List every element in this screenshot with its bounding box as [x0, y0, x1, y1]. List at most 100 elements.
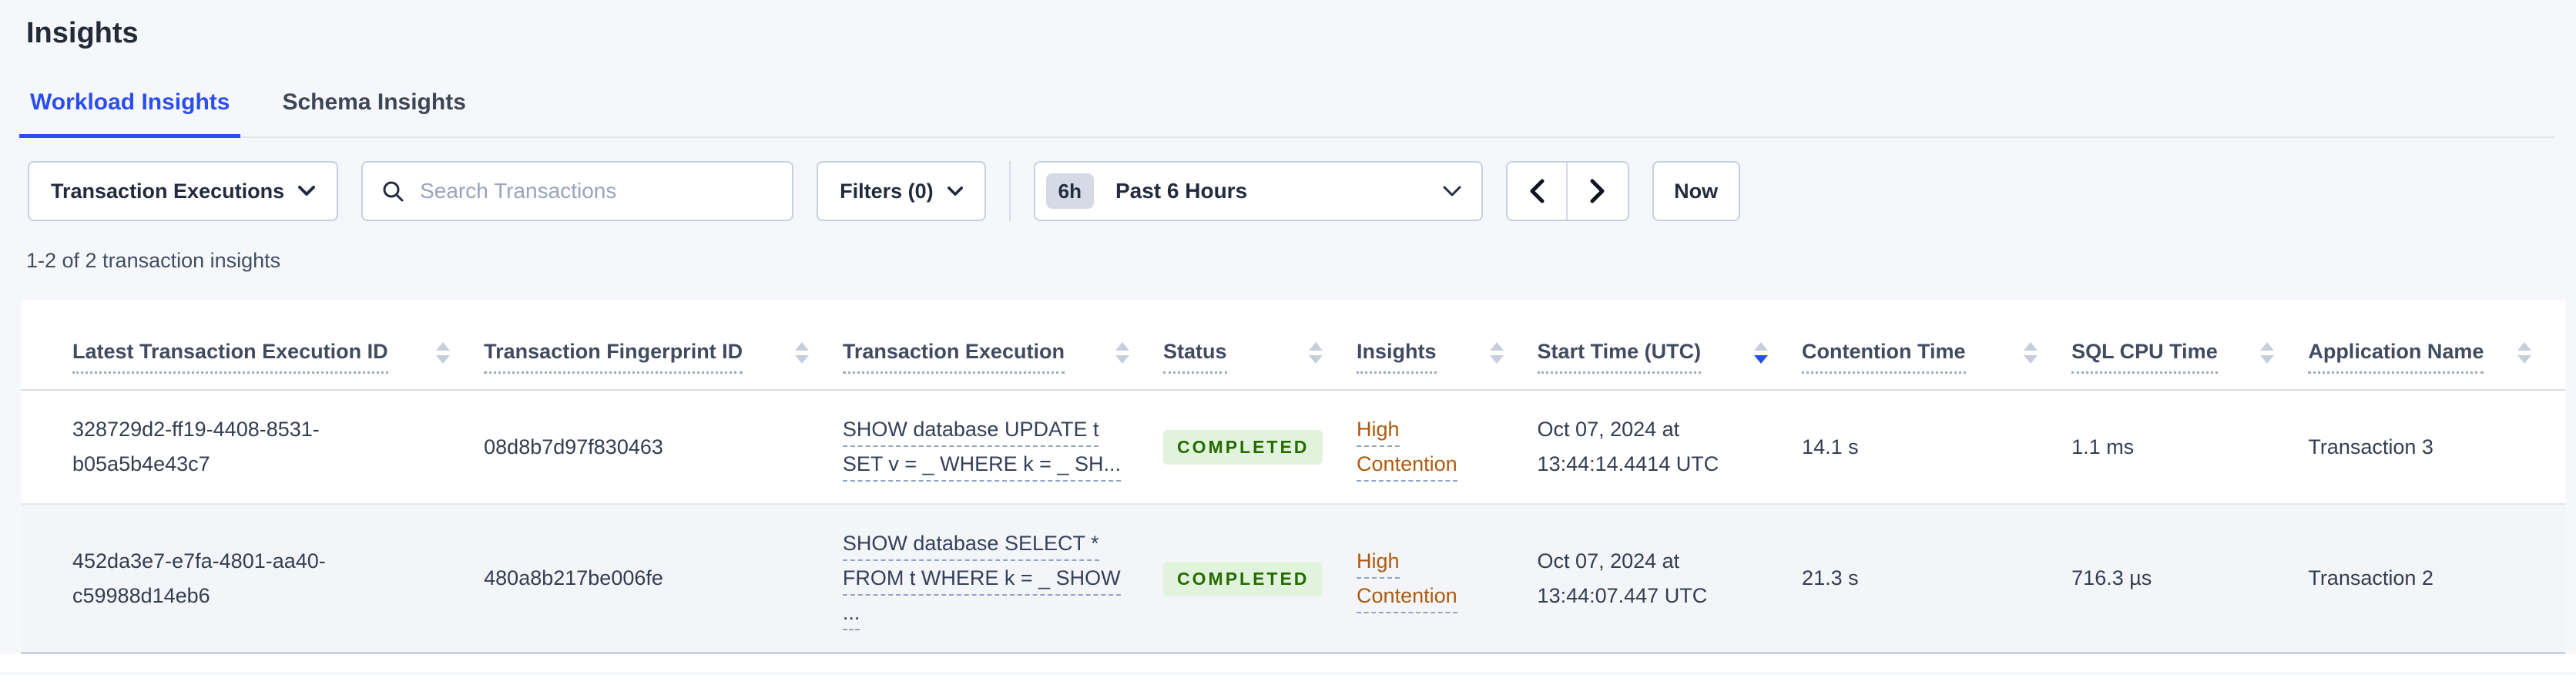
column-header-label[interactable]: Start Time (UTC)	[1537, 339, 1702, 374]
toolbar-divider	[1008, 161, 1011, 221]
chevron-down-icon	[298, 186, 316, 196]
insights-table-card: Latest Transaction Execution ID Transact…	[21, 301, 2565, 655]
cell-latest-transaction-execution-id: 328729d2-ff19-4408-8531- b05a5b4e43c7	[72, 418, 320, 476]
tab-workload-insights-label: Workload Insights	[30, 89, 230, 115]
chevron-left-icon	[1530, 179, 1545, 203]
column-header-latest-transaction-execution-id[interactable]: Latest Transaction Execution ID	[21, 301, 484, 390]
column-header-label[interactable]: Status	[1163, 339, 1227, 374]
chevron-down-icon	[1443, 186, 1461, 196]
column-header-insights[interactable]: Insights	[1357, 301, 1538, 390]
tabs-bar: Workload Insights Schema Insights	[19, 89, 2554, 138]
footer-strip	[0, 654, 2576, 673]
sort-asc-icon[interactable]	[794, 342, 809, 351]
time-range-label: Past 6 Hours	[1115, 179, 1248, 203]
chevron-right-icon	[1590, 179, 1605, 203]
insight-link[interactable]: High Contention	[1357, 418, 1457, 482]
sort-desc-icon[interactable]	[1489, 355, 1504, 364]
sort-desc-icon[interactable]	[1309, 355, 1323, 364]
column-header-label[interactable]: Latest Transaction Execution ID	[72, 339, 388, 374]
page-title: Insights	[26, 17, 139, 49]
cell-contention-time: 21.3 s	[1802, 566, 1859, 590]
tab-workload-insights[interactable]: Workload Insights	[19, 89, 241, 138]
sort-asc-icon[interactable]	[2024, 342, 2038, 351]
insights-page: Insights Workload Insights Schema Insigh…	[0, 15, 2576, 673]
time-range-badge: 6h	[1045, 173, 1094, 209]
sort-desc-icon[interactable]	[2517, 355, 2531, 364]
chevron-down-icon	[947, 186, 963, 196]
sort-desc-icon[interactable]	[1115, 355, 1130, 364]
results-summary: 1-2 of 2 transaction insights	[26, 249, 281, 272]
sort-arrows-icon[interactable]	[1309, 342, 1323, 364]
column-header-label[interactable]: Application Name	[2308, 339, 2484, 374]
cell-application-name: Transaction 2	[2308, 566, 2433, 590]
sort-desc-icon[interactable]	[2024, 355, 2038, 364]
sort-arrows-icon[interactable]	[2024, 342, 2038, 364]
transaction-execution-link[interactable]: SHOW database UPDATE t SET v = _ WHERE k…	[842, 418, 1121, 482]
cell-status: COMPLETED	[1163, 390, 1357, 504]
cell-transaction-fingerprint-id: 480a8b217be006fe	[484, 566, 663, 590]
tab-schema-insights-label: Schema Insights	[282, 89, 466, 115]
cell-transaction-fingerprint-id: 08d8b7d97f830463	[484, 435, 663, 458]
sort-asc-icon[interactable]	[1489, 342, 1504, 351]
cell-sql-cpu-time: 716.3 µs	[2071, 566, 2152, 590]
cell-insights: High Contention	[1357, 504, 1538, 652]
cell-start-time: Oct 07, 2024 at 13:44:07.447 UTC	[1537, 549, 1708, 607]
filters-button-label: Filters (0)	[840, 179, 934, 203]
insights-table: Latest Transaction Execution ID Transact…	[21, 301, 2565, 653]
sort-asc-icon[interactable]	[2517, 342, 2531, 351]
column-header-sql-cpu-time[interactable]: SQL CPU Time	[2071, 301, 2308, 390]
filters-button[interactable]: Filters (0)	[817, 161, 986, 221]
time-range-stepper	[1505, 161, 1629, 221]
time-next-button[interactable]	[1567, 163, 1628, 220]
sort-arrows-icon[interactable]	[1489, 342, 1504, 364]
column-header-contention-time[interactable]: Contention Time	[1802, 301, 2071, 390]
column-header-application-name[interactable]: Application Name	[2308, 301, 2565, 390]
status-badge: COMPLETED	[1163, 430, 1323, 465]
search-box	[361, 161, 794, 221]
sort-asc-icon[interactable]	[2260, 342, 2275, 351]
cell-latest-transaction-execution-id: 452da3e7-e7fa-4801-aa40- c59988d14eb6	[72, 549, 326, 607]
workload-type-dropdown[interactable]: Transaction Executions	[28, 161, 339, 221]
cell-application-name: Transaction 3	[2308, 435, 2433, 458]
cell-transaction-execution: SHOW database SELECT * FROM t WHERE k = …	[842, 504, 1163, 652]
sort-desc-icon[interactable]	[2260, 355, 2275, 364]
sort-asc-icon[interactable]	[1754, 342, 1769, 351]
sort-arrows-icon[interactable]	[794, 342, 809, 364]
cell-sql-cpu-time: 1.1 ms	[2071, 435, 2135, 458]
time-range-picker[interactable]: 6h Past 6 Hours	[1033, 161, 1483, 221]
column-header-status[interactable]: Status	[1163, 301, 1357, 390]
table-row[interactable]: 328729d2-ff19-4408-8531- b05a5b4e43c7 08…	[21, 390, 2565, 505]
column-header-label[interactable]: SQL CPU Time	[2071, 339, 2218, 374]
toolbar: Transaction Executions Filters (0) 6h Pa…	[28, 161, 2554, 221]
sort-arrows-icon[interactable]	[1115, 342, 1130, 364]
transaction-execution-link[interactable]: SHOW database SELECT * FROM t WHERE k = …	[842, 532, 1121, 631]
sort-arrows-icon[interactable]	[2517, 342, 2531, 364]
column-header-transaction-fingerprint-id[interactable]: Transaction Fingerprint ID	[484, 301, 843, 390]
table-header-row: Latest Transaction Execution ID Transact…	[21, 301, 2565, 391]
workload-type-dropdown-label: Transaction Executions	[51, 179, 285, 203]
column-header-label[interactable]: Transaction Execution	[842, 339, 1065, 374]
tab-schema-insights[interactable]: Schema Insights	[271, 89, 476, 138]
sort-asc-icon[interactable]	[1309, 342, 1323, 351]
column-header-label[interactable]: Contention Time	[1802, 339, 1966, 374]
sort-desc-icon[interactable]	[794, 355, 809, 364]
cell-start-time: Oct 07, 2024 at 13:44:14.4414 UTC	[1537, 418, 1719, 476]
sort-asc-icon[interactable]	[1115, 342, 1130, 351]
insight-link[interactable]: High Contention	[1357, 549, 1457, 613]
sort-arrows-icon[interactable]	[436, 342, 451, 364]
now-button[interactable]: Now	[1652, 161, 1740, 221]
column-header-label[interactable]: Insights	[1357, 339, 1437, 374]
sort-arrows-icon[interactable]	[2260, 342, 2275, 364]
sort-arrows-icon[interactable]	[1754, 342, 1769, 364]
cell-transaction-execution: SHOW database UPDATE t SET v = _ WHERE k…	[842, 390, 1163, 504]
sort-desc-icon[interactable]	[436, 355, 451, 364]
column-header-transaction-execution[interactable]: Transaction Execution	[842, 301, 1163, 390]
table-row[interactable]: 452da3e7-e7fa-4801-aa40- c59988d14eb6 48…	[21, 504, 2565, 653]
sort-asc-icon[interactable]	[436, 342, 451, 351]
column-header-label[interactable]: Transaction Fingerprint ID	[484, 339, 743, 374]
time-prev-button[interactable]	[1507, 163, 1568, 220]
status-badge: COMPLETED	[1163, 561, 1323, 596]
column-header-start-time-utc[interactable]: Start Time (UTC)	[1537, 301, 1803, 390]
search-input[interactable]	[361, 161, 794, 221]
sort-desc-icon[interactable]	[1754, 355, 1769, 364]
